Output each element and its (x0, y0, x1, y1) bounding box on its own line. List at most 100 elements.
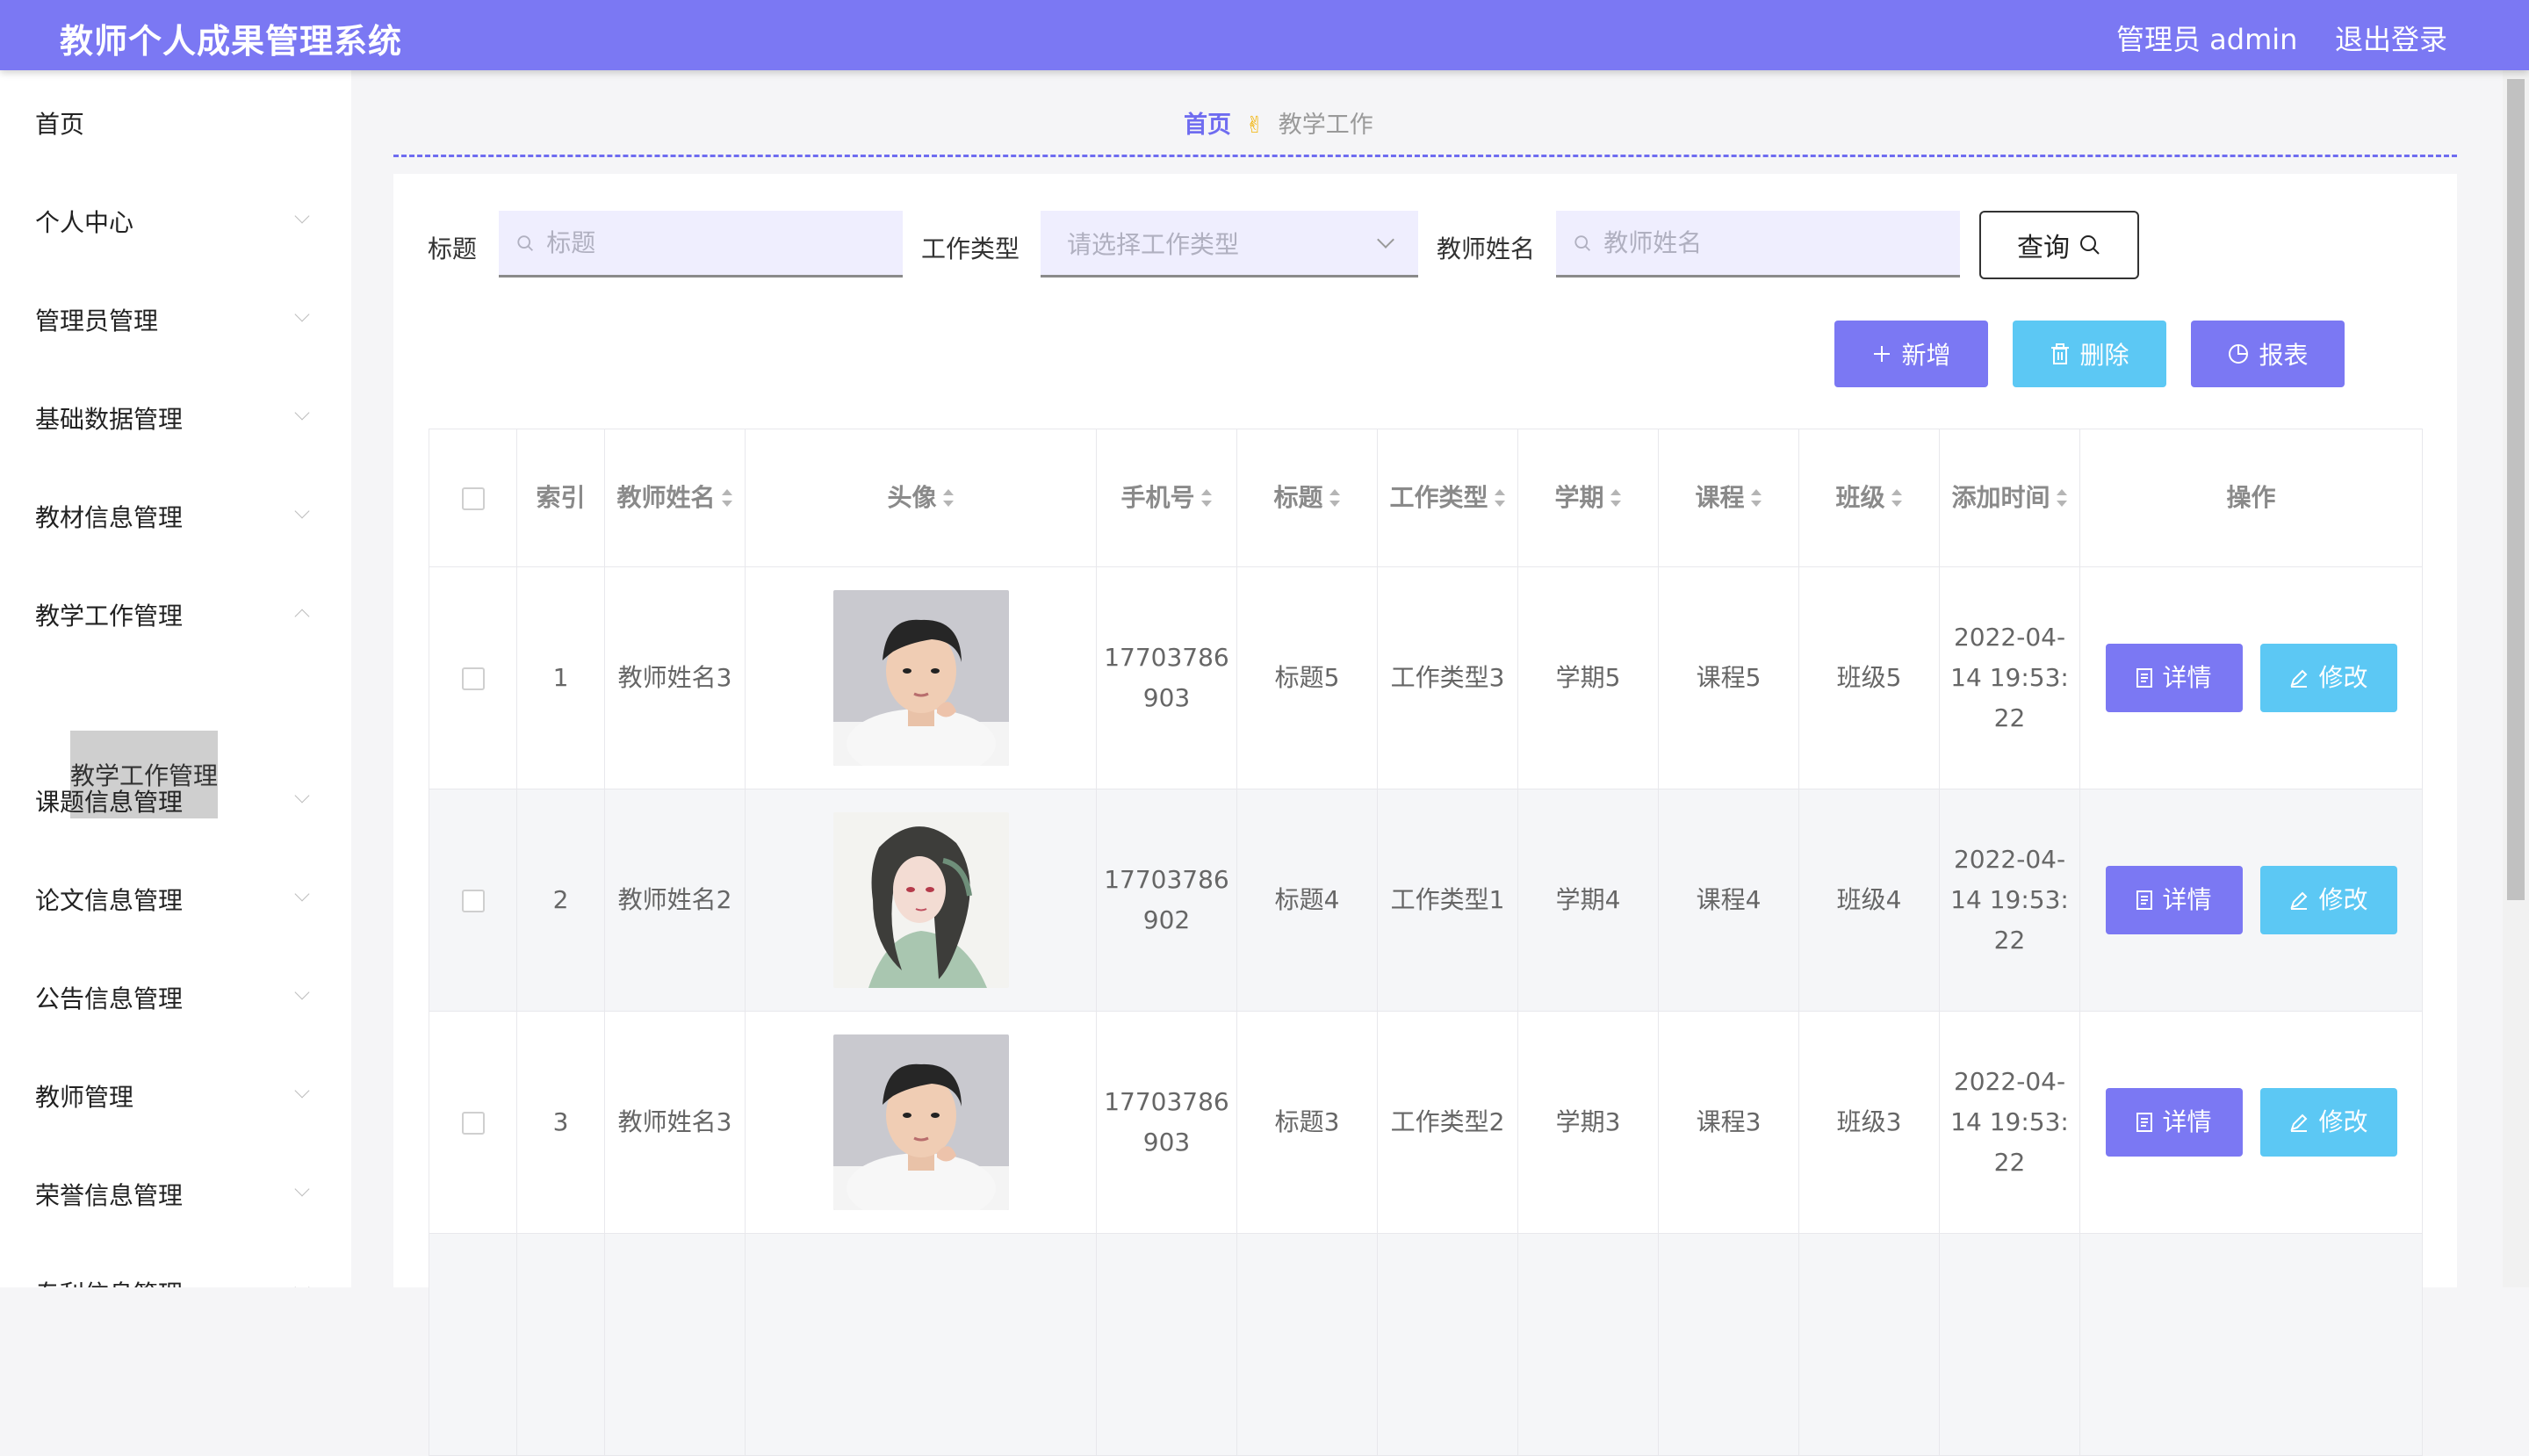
work-type-label: 工作类型 (921, 234, 1020, 263)
page-scrollbar[interactable] (2503, 70, 2529, 1287)
column-header-label: 教师姓名 (616, 483, 716, 512)
sort-icon[interactable] (1891, 488, 1903, 508)
sidebar-item-notice[interactable]: 公告信息管理 (35, 980, 310, 1015)
cell-course: 课程4 (1658, 789, 1799, 1012)
detail-button[interactable]: 详情 (2105, 1088, 2243, 1157)
column-header[interactable]: 手机号 (1096, 429, 1237, 567)
sort-icon[interactable] (1200, 488, 1213, 508)
sidebar-item-paper[interactable]: 论文信息管理 (35, 882, 310, 917)
cell-actions (2079, 1233, 2423, 1456)
teacher-search-input[interactable] (1602, 227, 1960, 258)
query-button-label: 查询 (2017, 233, 2070, 263)
column-header-label: 索引 (536, 483, 586, 512)
sort-icon[interactable] (721, 488, 733, 508)
sidebar-item-label: 管理员管理 (35, 306, 159, 335)
sidebar-item-personal-center[interactable]: 个人中心 (35, 204, 310, 239)
scrollbar-thumb[interactable] (2507, 79, 2525, 900)
sidebar-item-label: 首页 (35, 110, 85, 139)
cell-class: 班级3 (1798, 1011, 1940, 1234)
chevron-down-icon (294, 208, 310, 224)
chevron-up-icon (294, 609, 310, 624)
column-header[interactable]: 学期 (1517, 429, 1659, 567)
sidebar-item-admin-manage[interactable]: 管理员管理 (35, 302, 310, 337)
breadcrumb-home[interactable]: 首页 (1184, 112, 1231, 139)
cell-actions: 详情 修改 (2079, 789, 2423, 1012)
detail-button[interactable]: 详情 (2105, 866, 2243, 934)
avatar (832, 1034, 1009, 1210)
column-header[interactable]: 课程 (1658, 429, 1799, 567)
delete-button-label: 删除 (2079, 341, 2129, 370)
cell-avatar (745, 789, 1097, 1012)
sort-icon[interactable] (1494, 488, 1506, 508)
cell-course: 课程3 (1658, 1011, 1799, 1234)
sidebar-item-honor[interactable]: 荣誉信息管理 (35, 1177, 310, 1212)
sort-icon[interactable] (1610, 488, 1622, 508)
add-button[interactable]: 新增 (1834, 321, 1988, 387)
chevron-down-icon (1377, 231, 1394, 249)
sidebar-item-patent[interactable]: 专利信息管理 (35, 1275, 310, 1287)
search-icon (517, 234, 534, 251)
pie-chart-icon (2229, 344, 2249, 364)
cell-term: 学期4 (1517, 789, 1659, 1012)
edit-button[interactable]: 修改 (2259, 644, 2397, 712)
sidebar-item-label: 荣誉信息管理 (35, 1181, 184, 1210)
sidebar-item-label: 基础数据管理 (35, 405, 184, 434)
sidebar-item-project[interactable]: 课题信息管理 (35, 783, 310, 818)
work-type-select[interactable]: 请选择工作类型 (1041, 211, 1418, 278)
cell-title: 标题3 (1236, 1011, 1378, 1234)
column-header[interactable]: 工作类型 (1377, 429, 1518, 567)
edit-icon (2290, 669, 2308, 688)
avatar-male-image (832, 590, 1009, 766)
sidebar-item-teacher[interactable]: 教师管理 (35, 1078, 310, 1114)
edit-button-label: 修改 (2318, 885, 2368, 914)
cell-teacher: 教师姓名2 (604, 789, 746, 1012)
cell-title: 标题5 (1236, 566, 1378, 789)
column-header[interactable]: 标题 (1236, 429, 1378, 567)
column-header[interactable]: 教师姓名 (604, 429, 746, 567)
teacher-search-field[interactable] (1556, 211, 1960, 278)
sort-icon[interactable] (1329, 488, 1341, 508)
cell-time: 2022-04-14 19:53:22 (1939, 789, 2080, 1012)
query-button[interactable]: 查询 (1979, 211, 2139, 279)
report-button[interactable]: 报表 (2191, 321, 2345, 387)
edit-icon (2290, 1114, 2308, 1132)
column-header-label: 操作 (2226, 483, 2276, 512)
top-header: 教师个人成果管理系统 管理员 admin 退出登录 (0, 0, 2529, 70)
sidebar-item-teaching-work[interactable]: 教学工作管理 (35, 597, 310, 632)
cell-index: 3 (516, 1011, 605, 1234)
breadcrumb: 首页 ✌ 教学工作 (1184, 105, 1373, 140)
logout-link[interactable]: 退出登录 (2335, 18, 2447, 58)
edit-button[interactable]: 修改 (2259, 866, 2397, 934)
sort-icon[interactable] (2056, 488, 2068, 508)
row-checkbox[interactable] (461, 890, 485, 912)
select-all-checkbox[interactable] (461, 487, 485, 510)
edit-button[interactable]: 修改 (2259, 1088, 2397, 1157)
delete-button[interactable]: 删除 (2013, 321, 2166, 387)
column-header[interactable]: 班级 (1798, 429, 1940, 567)
title-label: 标题 (428, 234, 478, 263)
avatar-female-image (832, 812, 1009, 988)
sidebar-item-base-data[interactable]: 基础数据管理 (35, 400, 310, 436)
breadcrumb-current: 教学工作 (1278, 112, 1373, 139)
sidebar-item-textbook[interactable]: 教材信息管理 (35, 499, 310, 534)
report-button-label: 报表 (2259, 341, 2309, 370)
title-search-field[interactable] (499, 211, 903, 278)
detail-button-label: 详情 (2162, 1107, 2212, 1136)
edit-button-label: 修改 (2318, 1107, 2368, 1136)
plus-icon (1874, 346, 1891, 362)
column-header[interactable]: 头像 (745, 429, 1097, 567)
column-header: 操作 (2079, 429, 2423, 567)
document-icon (2136, 1113, 2153, 1132)
title-search-input[interactable] (544, 227, 903, 258)
search-icon (2080, 235, 2100, 255)
row-checkbox[interactable] (461, 1112, 485, 1135)
sidebar-item-label: 个人中心 (35, 208, 134, 237)
row-checkbox[interactable] (461, 667, 485, 690)
column-header-label: 班级 (1835, 483, 1885, 512)
sort-icon[interactable] (1750, 488, 1762, 508)
sort-icon[interactable] (942, 488, 955, 508)
chevron-down-icon (294, 405, 310, 421)
sidebar-item-home[interactable]: 首页 (35, 105, 84, 141)
column-header[interactable]: 添加时间 (1939, 429, 2080, 567)
detail-button[interactable]: 详情 (2105, 644, 2243, 712)
